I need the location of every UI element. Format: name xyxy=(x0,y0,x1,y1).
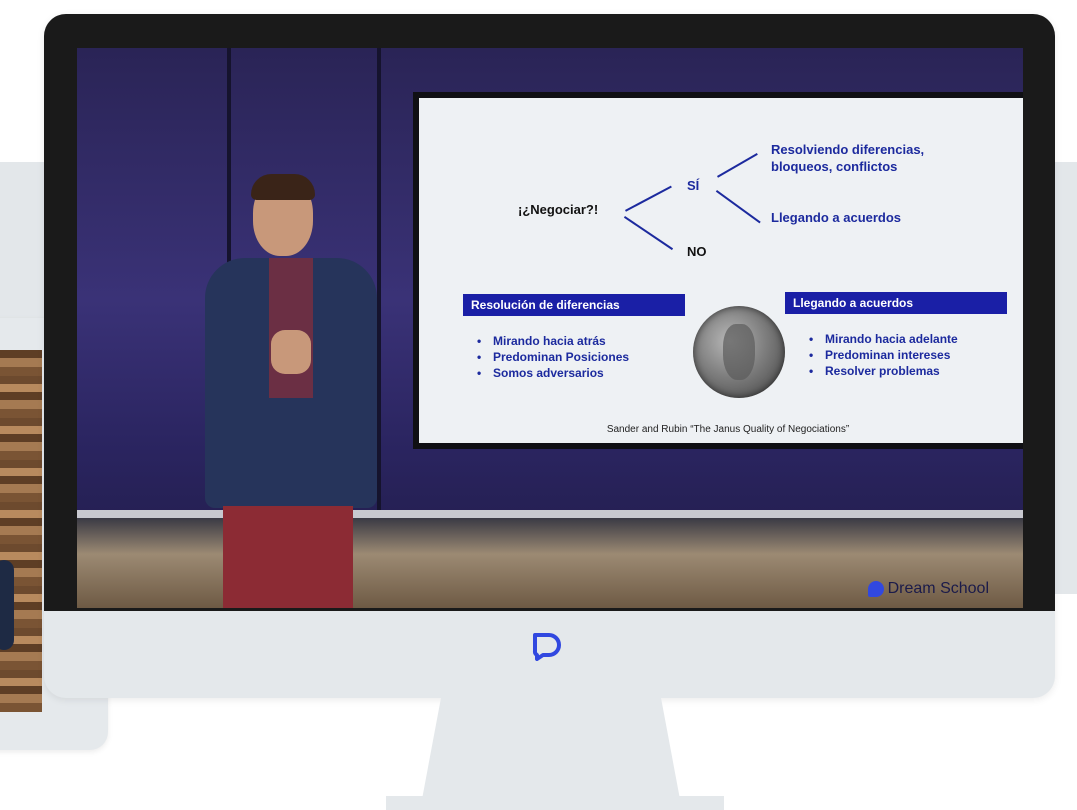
right-bullet: • Mirando hacia adelante xyxy=(809,332,958,346)
monitor-stand-base xyxy=(386,796,724,810)
watermark-text: Dream School xyxy=(887,580,989,597)
branch-line xyxy=(716,190,761,223)
dream-school-logo-icon xyxy=(532,633,561,661)
slide-yes: SÍ xyxy=(687,178,700,193)
monitor-stand xyxy=(420,698,682,810)
branch-line xyxy=(717,153,758,178)
branch-line xyxy=(624,216,674,250)
right-heading-box: Llegando a acuerdos xyxy=(785,292,1007,314)
right-bullet: • Predominan intereses xyxy=(809,348,951,362)
left-bullet: • Somos adversarios xyxy=(477,366,604,380)
branch-top-line2: bloqueos, conflictos xyxy=(771,159,898,174)
branch-line xyxy=(625,185,672,212)
monitor-bezel: ¡¿Negociar?! SÍ NO Resolviendo diferenci… xyxy=(44,14,1055,611)
left-bullet: • Predominan Posiciones xyxy=(477,350,630,364)
right-bullet: • Resolver problemas xyxy=(809,364,940,378)
dream-school-logo-icon xyxy=(867,581,884,597)
left-bullet: • Mirando hacia atrás xyxy=(477,334,606,348)
branch-top-line1: Resolviendo diferencias, xyxy=(771,142,925,157)
slide-no: NO xyxy=(687,244,707,259)
monitor: ¡¿Negociar?! SÍ NO Resolviendo diferenci… xyxy=(44,14,1055,698)
left-heading-box: Resolución de diferencias xyxy=(463,294,685,316)
slide-question: ¡¿Negociar?! xyxy=(518,202,599,217)
janus-coin-image xyxy=(693,306,785,398)
tablet-person xyxy=(0,560,14,650)
tablet-screen-video xyxy=(0,350,42,712)
presentation-slide: ¡¿Negociar?! SÍ NO Resolviendo diferenci… xyxy=(413,92,1023,449)
branch-bottom: Llegando a acuerdos xyxy=(771,210,902,225)
slide-citation: Sander and Rubin “The Janus Quality of N… xyxy=(606,424,850,435)
watermark: Dream School xyxy=(867,580,989,598)
video-player-screen[interactable]: ¡¿Negociar?! SÍ NO Resolviendo diferenci… xyxy=(77,48,1023,608)
presenter xyxy=(187,174,397,608)
